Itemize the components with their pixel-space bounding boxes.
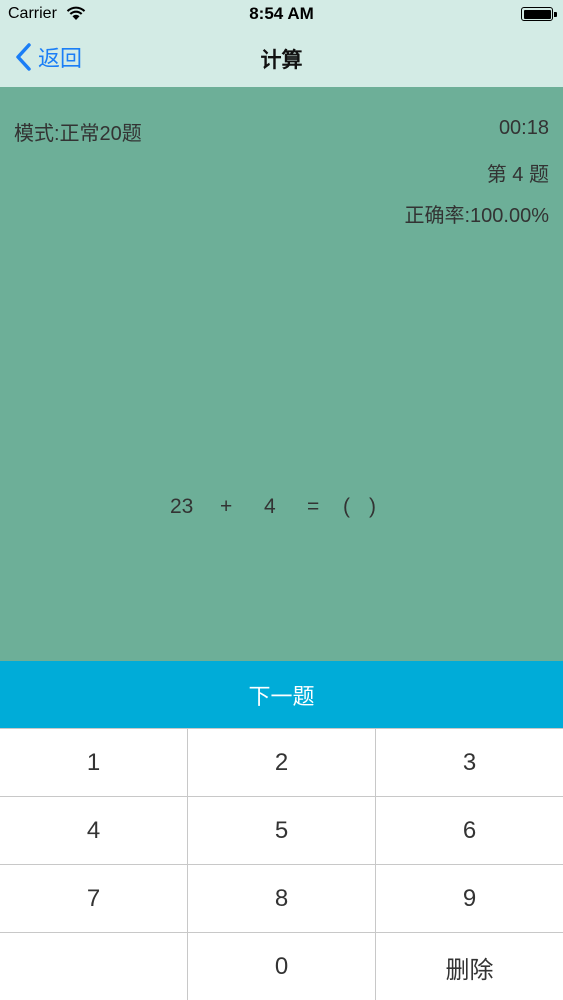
timer-label: 00:18: [498, 117, 549, 139]
next-question-button[interactable]: 下一题: [0, 661, 563, 728]
key-8[interactable]: 8: [188, 865, 376, 933]
quiz-content: 模式:正常20题 00:18 第 4 题 正确率:100.00% 23 + 4 …: [0, 87, 563, 661]
key-0[interactable]: 0: [188, 933, 376, 1000]
key-2[interactable]: 2: [188, 729, 376, 797]
delete-key[interactable]: 删除: [376, 933, 563, 1000]
answer-close-paren: ): [369, 495, 376, 518]
accuracy-label: 正确率:100.00%: [404, 205, 549, 227]
page-title: 计算: [260, 49, 303, 72]
key-1[interactable]: 1: [0, 729, 188, 797]
question-number-label: 第 4 题: [486, 164, 549, 186]
header-area: Carrier 8:54 AM 返回 计算: [0, 0, 563, 87]
answer-open-paren: (: [343, 495, 350, 518]
equation: 23 + 4 = ( ): [0, 495, 563, 525]
operand-2: 4: [264, 495, 276, 518]
number-keypad: 1 2 3 4 5 6 7 8 9 0 删除: [0, 728, 563, 1000]
key-blank: [0, 933, 188, 1000]
nav-bar: 返回 计算: [0, 30, 563, 87]
key-4[interactable]: 4: [0, 797, 188, 865]
status-bar: Carrier 8:54 AM: [0, 0, 563, 30]
key-5[interactable]: 5: [188, 797, 376, 865]
mode-label: 模式:正常20题: [14, 123, 142, 145]
operand-1: 23: [170, 495, 194, 518]
key-9[interactable]: 9: [376, 865, 563, 933]
key-3[interactable]: 3: [376, 729, 563, 797]
key-7[interactable]: 7: [0, 865, 188, 933]
battery-tip: [554, 12, 557, 17]
equals-sign: =: [307, 495, 320, 518]
key-6[interactable]: 6: [376, 797, 563, 865]
operator: +: [220, 495, 233, 518]
battery-icon: [521, 7, 553, 21]
status-time: 8:54 AM: [249, 4, 314, 23]
